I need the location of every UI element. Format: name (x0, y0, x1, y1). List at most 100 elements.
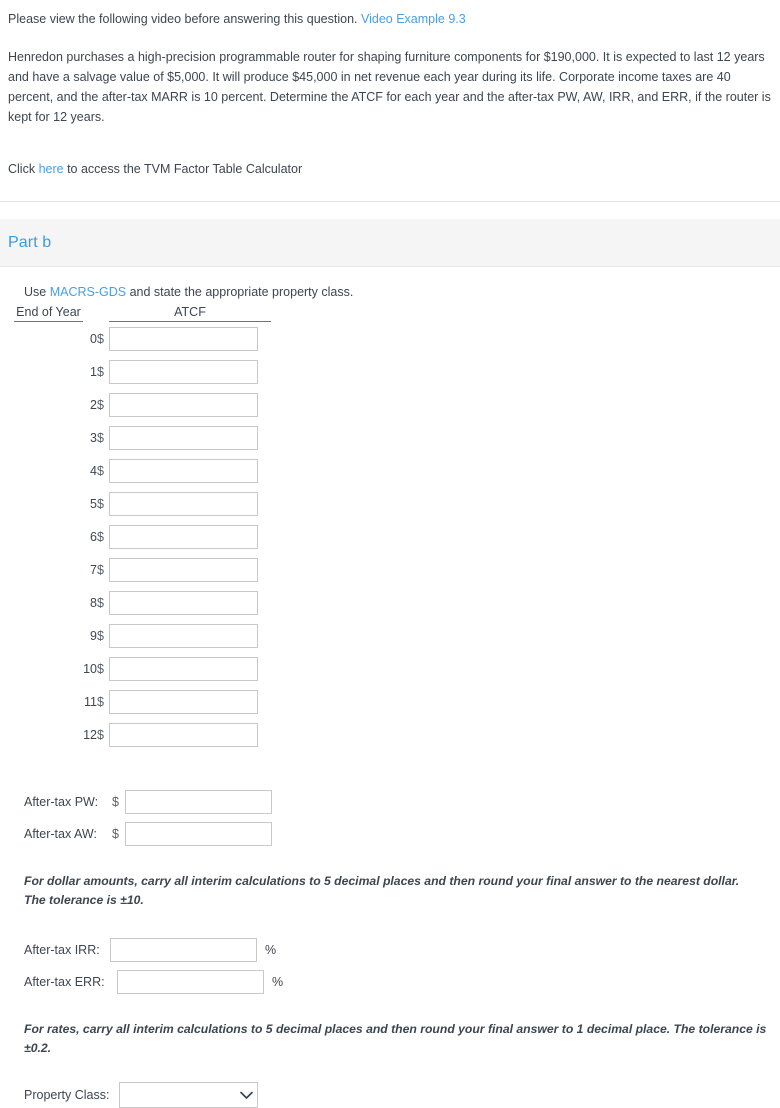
video-example-link[interactable]: Video Example 9.3 (361, 12, 466, 26)
table-row: 2 $ (0, 388, 271, 421)
atcf-input-year-8[interactable] (109, 590, 258, 615)
after-tax-irr-row: After-tax IRR: % (0, 934, 780, 966)
atcf-input-year-4[interactable] (109, 458, 258, 483)
macrs-instruction-line: Use MACRS-GDS and state the appropriate … (24, 285, 780, 299)
macrs-text-after: and state the appropriate property class… (126, 285, 354, 299)
after-tax-aw-label: After-tax AW: (24, 827, 97, 841)
chevron-down-icon (235, 1091, 257, 1100)
after-tax-irr-percent-sign: % (265, 943, 277, 957)
dollar-sign: $ (97, 661, 104, 676)
atcf-input-year-1[interactable] (109, 359, 258, 384)
atcf-table-body: 0 $1 $2 $3 $4 $5 $6 $7 $8 $9 $10 $11 $12 $ (0, 322, 271, 751)
atcf-input-cell (109, 553, 271, 586)
column-header-atcf: ATCF (97, 305, 271, 322)
tvm-text-after: to access the TVM Factor Table Calculato… (63, 162, 303, 176)
atcf-input-year-10[interactable] (109, 656, 258, 681)
atcf-input-year-0[interactable] (109, 326, 258, 351)
column-header-end-of-year-label: End of Year (14, 305, 83, 322)
atcf-input-year-5[interactable] (109, 491, 258, 516)
property-class-select[interactable] (119, 1082, 258, 1108)
dollar-sign: $ (97, 331, 104, 346)
after-tax-pw-row: After-tax PW: $ (0, 786, 780, 818)
atcf-input-year-11[interactable] (109, 689, 258, 714)
year-label: 8 (90, 595, 97, 610)
year-label: 1 (90, 364, 97, 379)
dollar-sign: $ (97, 595, 104, 610)
dollar-sign: $ (97, 496, 104, 511)
atcf-input-cell (109, 487, 271, 520)
atcf-input-year-2[interactable] (109, 392, 258, 417)
video-intro-line: Please view the following video before a… (8, 10, 772, 29)
dollar-sign: $ (97, 463, 104, 478)
section-divider (0, 201, 780, 202)
tvm-text-before: Click (8, 162, 39, 176)
dollar-sign: $ (97, 694, 104, 709)
table-row: 5 $ (0, 487, 271, 520)
table-row: 7 $ (0, 553, 271, 586)
part-b-header-band: Part b (0, 219, 780, 267)
dollar-sign: $ (97, 364, 104, 379)
table-row: 8 $ (0, 586, 271, 619)
year-label: 6 (90, 529, 97, 544)
table-row: 10 $ (0, 652, 271, 685)
table-row: 6 $ (0, 520, 271, 553)
atcf-input-year-7[interactable] (109, 557, 258, 582)
table-row: 4 $ (0, 454, 271, 487)
tvm-calculator-link[interactable]: here (39, 162, 64, 176)
macrs-gds-link[interactable]: MACRS-GDS (50, 285, 126, 299)
after-tax-rates-block: After-tax IRR: % After-tax ERR: % (0, 934, 780, 998)
column-header-end-of-year: End of Year (0, 305, 97, 322)
after-tax-err-label: After-tax ERR: (24, 975, 105, 989)
after-tax-pw-input[interactable] (125, 790, 272, 814)
atcf-input-cell (109, 322, 271, 355)
atcf-input-cell (109, 652, 271, 685)
table-header-row: End of Year ATCF (0, 305, 271, 322)
after-tax-err-row: After-tax ERR: % (0, 966, 780, 998)
after-tax-irr-input[interactable] (110, 938, 257, 962)
dollar-sign: $ (97, 430, 104, 445)
problem-statement: Henredon purchases a high-precision prog… (8, 50, 771, 124)
video-intro-text: Please view the following video before a… (8, 12, 361, 26)
atcf-input-cell (109, 388, 271, 421)
table-row: 11 $ (0, 685, 271, 718)
column-header-atcf-label: ATCF (109, 305, 271, 322)
year-label: 7 (90, 562, 97, 577)
rate-tolerance-note: For rates, carry all interim calculation… (24, 1022, 767, 1055)
after-tax-pw-label: After-tax PW: (24, 795, 99, 809)
year-label: 2 (90, 397, 97, 412)
question-prompt-area: Please view the following video before a… (0, 0, 780, 179)
dollar-sign: $ (97, 628, 104, 643)
table-row: 0 $ (0, 322, 271, 355)
atcf-input-year-9[interactable] (109, 623, 258, 648)
after-tax-err-percent-sign: % (272, 975, 284, 989)
atcf-input-cell (109, 619, 271, 652)
dollar-sign: $ (97, 562, 104, 577)
atcf-input-cell (109, 520, 271, 553)
table-row: 3 $ (0, 421, 271, 454)
year-label: 10 (83, 661, 97, 676)
tvm-calculator-line: Click here to access the TVM Factor Tabl… (8, 160, 772, 179)
atcf-input-cell (109, 685, 271, 718)
after-tax-aw-input[interactable] (125, 822, 272, 846)
part-b-content: Use MACRS-GDS and state the appropriate … (0, 285, 780, 1108)
atcf-input-cell (109, 421, 271, 454)
atcf-input-year-6[interactable] (109, 524, 258, 549)
table-row: 9 $ (0, 619, 271, 652)
table-row: 12 $ (0, 718, 271, 751)
year-label: 9 (90, 628, 97, 643)
year-label: 4 (90, 463, 97, 478)
atcf-table: End of Year ATCF 0 $1 $2 $3 $4 $5 $6 $7 $8 $9 $10 $… (0, 305, 271, 751)
atcf-input-cell (109, 586, 271, 619)
after-tax-aw-row: After-tax AW: $ (0, 818, 780, 850)
after-tax-err-input[interactable] (117, 970, 264, 994)
atcf-input-cell (109, 454, 271, 487)
year-label: 12 (83, 727, 97, 742)
dollar-sign: $ (97, 727, 104, 742)
after-tax-summary-block: After-tax PW: $ After-tax AW: $ (0, 786, 780, 850)
atcf-input-year-12[interactable] (109, 722, 258, 747)
dollar-sign: $ (97, 397, 104, 412)
dollar-tolerance-note: For dollar amounts, carry all interim ca… (24, 874, 740, 907)
table-row: 1 $ (0, 355, 271, 388)
dollar-sign: $ (97, 529, 104, 544)
atcf-input-year-3[interactable] (109, 425, 258, 450)
